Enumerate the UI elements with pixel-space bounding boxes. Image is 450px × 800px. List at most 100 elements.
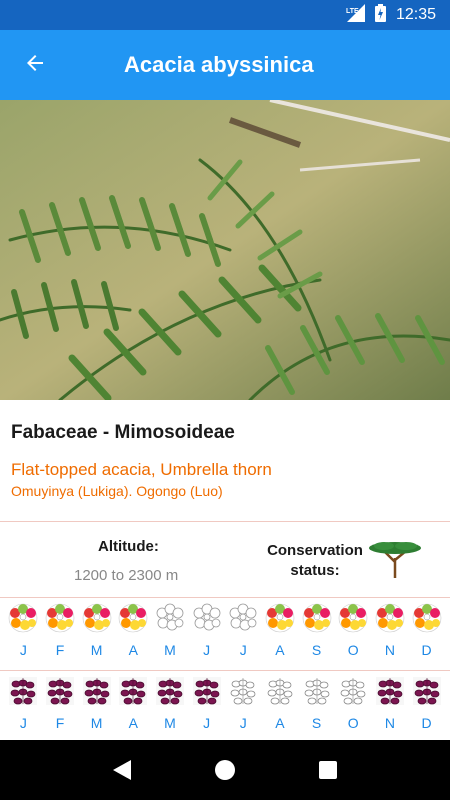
arrow-back-icon	[23, 51, 47, 79]
fruit-active-icon	[375, 676, 405, 706]
fruit-active-icon	[45, 676, 75, 706]
common-names: Flat-topped acacia, Umbrella thorn	[11, 460, 272, 479]
month-cell: F	[42, 672, 78, 731]
fruiting-calendar: JFMAMJJASOND	[0, 672, 450, 744]
month-cell: N	[372, 672, 408, 731]
month-cell: O	[335, 599, 371, 658]
month-cell: S	[299, 599, 335, 658]
flat-top-tree-icon	[368, 538, 422, 582]
fruit-active-icon	[192, 676, 222, 706]
month-label: D	[421, 642, 432, 658]
month-label: M	[90, 715, 103, 731]
month-label: N	[384, 642, 395, 658]
system-nav-bar	[0, 740, 450, 800]
month-cell: A	[262, 672, 298, 731]
flower-active-icon	[265, 603, 295, 633]
fruit-active-icon	[412, 676, 442, 706]
month-label: N	[384, 715, 395, 731]
lte-signal-icon: LTE	[345, 4, 365, 26]
month-cell: D	[409, 672, 445, 731]
fruit-inactive-icon	[302, 676, 332, 706]
flower-inactive-icon	[228, 603, 258, 633]
flower-active-icon	[45, 603, 75, 633]
fruit-inactive-icon	[338, 676, 368, 706]
conservation-label: Conservation status:	[267, 542, 363, 579]
status-bar: LTE 12:35	[0, 0, 450, 30]
fruit-active-icon	[155, 676, 185, 706]
month-cell: D	[409, 599, 445, 658]
month-cell: A	[115, 672, 151, 731]
month-label: J	[239, 715, 247, 731]
month-cell: F	[42, 599, 78, 658]
month-label: O	[347, 715, 359, 731]
fruit-active-icon	[82, 676, 112, 706]
month-cell: J	[225, 599, 261, 658]
flower-active-icon	[302, 603, 332, 633]
month-cell: J	[225, 672, 261, 731]
flower-inactive-icon	[155, 603, 185, 633]
month-label: D	[421, 715, 432, 731]
month-cell: N	[372, 599, 408, 658]
nav-recents-icon[interactable]	[308, 750, 348, 790]
month-label: J	[239, 642, 247, 658]
month-label: A	[275, 715, 285, 731]
month-cell: M	[152, 672, 188, 731]
month-label: M	[164, 715, 176, 731]
month-cell: M	[79, 599, 115, 658]
month-label: J	[203, 642, 211, 658]
month-label: J	[203, 715, 211, 731]
month-label: A	[128, 715, 138, 731]
month-cell: M	[79, 672, 115, 731]
app-bar: Acacia abyssinica	[0, 30, 450, 100]
fruit-active-icon	[8, 676, 38, 706]
month-label: M	[90, 642, 103, 658]
flower-active-icon	[118, 603, 148, 633]
flower-inactive-icon	[192, 603, 222, 633]
month-label: S	[311, 715, 322, 731]
clock: 12:35	[395, 6, 436, 23]
month-label: F	[55, 715, 65, 731]
fruiting-months: JFMAMJJASOND	[0, 672, 450, 731]
month-cell: O	[335, 672, 371, 731]
altitude-value: 1200 to 2300 m	[74, 567, 179, 584]
flowering-months: JFMAMJJASOND	[0, 599, 450, 658]
flowering-calendar: JFMAMJJASOND	[0, 599, 450, 671]
nav-home-icon[interactable]	[205, 750, 245, 790]
flower-active-icon	[82, 603, 112, 633]
fruit-inactive-icon	[228, 676, 258, 706]
status-icons: LTE 12:35	[345, 0, 436, 30]
month-label: F	[55, 642, 65, 658]
month-label: J	[19, 642, 27, 658]
species-names: Fabaceae - Mimosoideae Flat-topped acaci…	[0, 400, 450, 522]
battery-charging-icon	[374, 4, 386, 26]
local-names: Omuyinya (Lukiga). Ogongo (Luo)	[11, 483, 223, 499]
family-name: Fabaceae - Mimosoideae	[11, 422, 235, 443]
altitude-label: Altitude:	[98, 538, 159, 555]
month-cell: J	[5, 599, 41, 658]
svg-text:LTE: LTE	[346, 8, 359, 15]
month-label: O	[347, 642, 359, 658]
month-label: J	[19, 715, 27, 731]
fruit-active-icon	[118, 676, 148, 706]
species-info: Altitude: 1200 to 2300 m Conservation st…	[0, 522, 450, 598]
month-cell: J	[189, 672, 225, 731]
month-label: M	[164, 642, 176, 658]
flower-active-icon	[8, 603, 38, 633]
month-label: S	[311, 642, 322, 658]
page-title: Acacia abyssinica	[124, 52, 314, 77]
month-cell: J	[189, 599, 225, 658]
acacia-foliage-photo	[0, 100, 450, 400]
month-label: A	[128, 642, 138, 658]
flower-active-icon	[412, 603, 442, 633]
month-cell: A	[262, 599, 298, 658]
month-label: A	[275, 642, 285, 658]
flower-active-icon	[338, 603, 368, 633]
month-cell: S	[299, 672, 335, 731]
back-button[interactable]	[0, 30, 70, 100]
month-cell: M	[152, 599, 188, 658]
month-cell: A	[115, 599, 151, 658]
flower-active-icon	[375, 603, 405, 633]
fruit-inactive-icon	[265, 676, 295, 706]
nav-back-icon[interactable]	[102, 750, 142, 790]
month-cell: J	[5, 672, 41, 731]
